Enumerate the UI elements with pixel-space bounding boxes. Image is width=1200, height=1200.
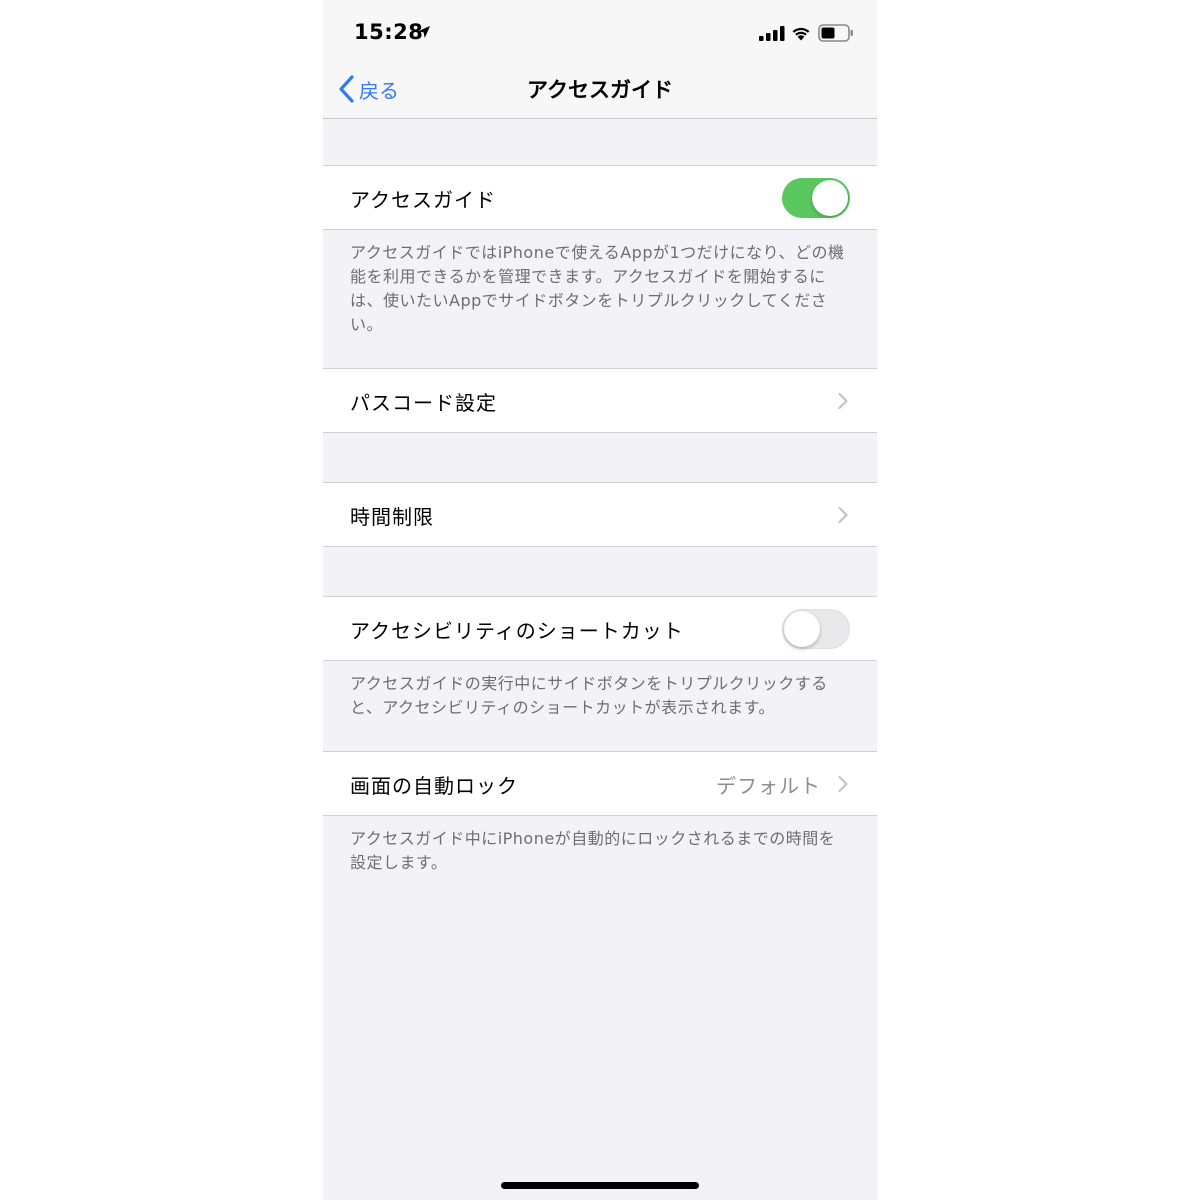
accessibility-shortcut-toggle[interactable] <box>782 609 850 649</box>
home-indicator[interactable] <box>501 1182 699 1189</box>
toggle-knob <box>812 180 848 216</box>
time-limits-label: 時間制限 <box>350 505 434 529</box>
settings-screen: 15:28 戻る アクセスガイド アクセスガイド アクセスガイドではiPhone… <box>323 0 877 1200</box>
guided-access-label: アクセスガイド <box>350 188 496 212</box>
wifi-icon <box>792 27 810 41</box>
chevron-right-icon <box>838 506 848 524</box>
chevron-right-icon <box>838 775 848 793</box>
guided-access-description: アクセスガイドではiPhoneで使えるAppが1つだけになり、どの機能を利用でき… <box>350 243 845 334</box>
guided-access-toggle[interactable] <box>782 178 850 218</box>
accessibility-shortcut-row: アクセシビリティのショートカット <box>323 596 877 661</box>
time-limits-row[interactable]: 時間制限 <box>323 482 877 547</box>
chevron-right-icon <box>838 392 848 410</box>
cellular-signal-icon <box>759 26 785 41</box>
auto-lock-description: アクセスガイド中にiPhoneが自動的にロックされるまでの時間を設定します。 <box>350 829 836 872</box>
page-title: アクセスガイド <box>527 78 673 102</box>
battery-icon <box>818 24 853 42</box>
passcode-settings-row[interactable]: パスコード設定 <box>323 368 877 433</box>
passcode-settings-label: パスコード設定 <box>350 391 497 415</box>
navigation-bar: 15:28 戻る アクセスガイド <box>323 0 877 119</box>
status-time: 15:28 <box>354 20 424 44</box>
auto-lock-label: 画面の自動ロック <box>350 774 518 798</box>
accessibility-shortcut-description: アクセスガイドの実行中にサイドボタンをトリプルクリックすると、アクセシビリティの… <box>350 674 828 717</box>
guided-access-row: アクセスガイド <box>323 165 877 230</box>
toggle-knob <box>784 611 820 647</box>
location-arrow-icon <box>418 26 430 38</box>
auto-lock-row[interactable]: 画面の自動ロック デフォルト <box>323 751 877 816</box>
auto-lock-value: デフォルト <box>716 774 821 798</box>
accessibility-shortcut-label: アクセシビリティのショートカット <box>350 619 684 643</box>
